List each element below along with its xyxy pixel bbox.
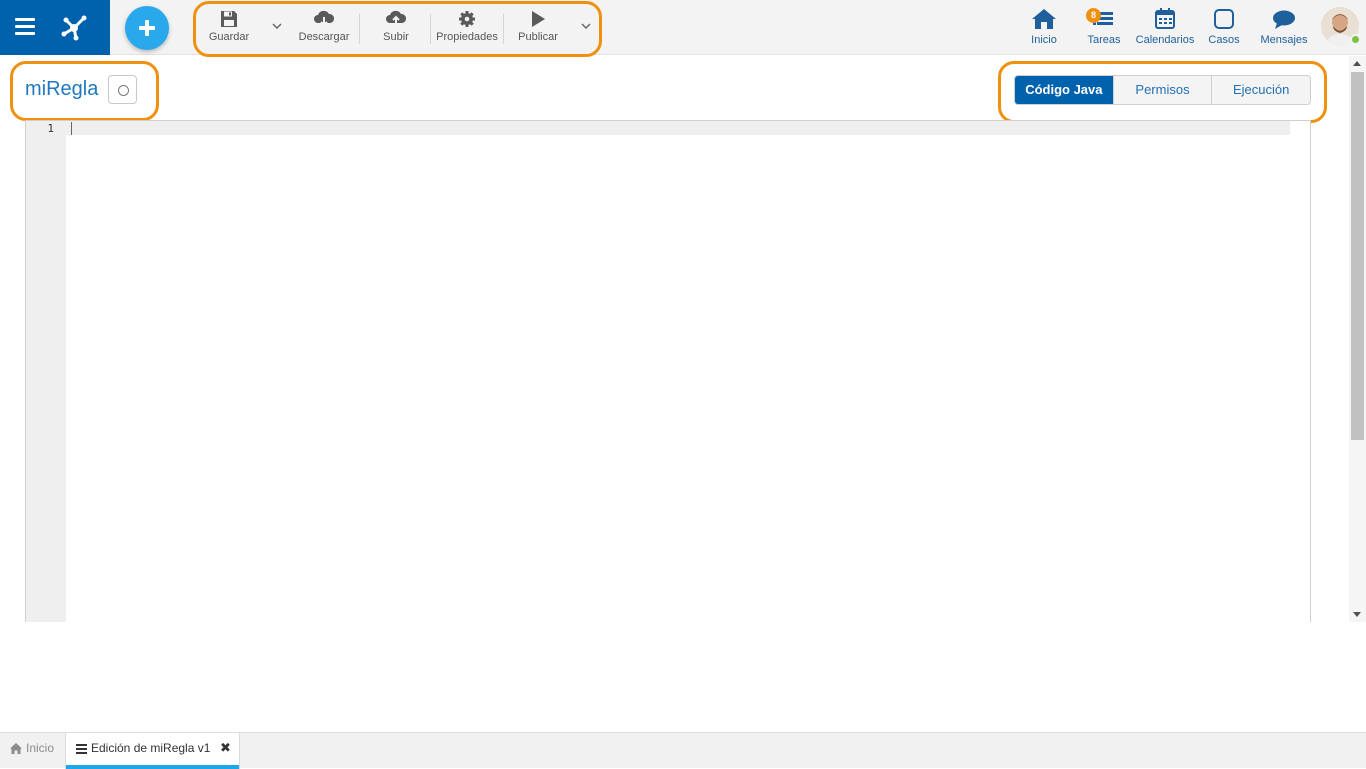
properties-button[interactable]: Propiedades: [435, 6, 499, 48]
line-number: 1: [47, 122, 54, 135]
save-label: Guardar: [208, 31, 250, 43]
nav-tasks-label: Tareas: [1087, 34, 1121, 46]
save-button[interactable]: Guardar: [206, 6, 252, 48]
publish-dropdown-chevron-icon[interactable]: [578, 18, 594, 34]
top-bar: Guardar Descargar Subir Propiedades Publ…: [0, 0, 1366, 55]
toolbar-divider: [430, 14, 431, 44]
nav-cases[interactable]: Casos: [1206, 6, 1242, 50]
code-editor[interactable]: 1: [25, 120, 1311, 622]
nav-home-label: Inicio: [1031, 34, 1057, 46]
gear-icon: [459, 11, 475, 27]
brand-area: [0, 0, 110, 55]
toolbar-divider: [503, 14, 504, 44]
bottom-tab-home-label: Inicio: [26, 741, 55, 755]
logo-icon[interactable]: [56, 8, 92, 44]
publish-button[interactable]: Publicar: [516, 6, 560, 48]
home-icon: [1032, 9, 1056, 29]
scrollbar-thumb[interactable]: [1351, 72, 1364, 440]
cases-icon: [1214, 9, 1234, 29]
view-tabs: Código Java Permisos Ejecución: [1014, 75, 1311, 105]
text-cursor: [71, 122, 72, 135]
page-scrollbar[interactable]: [1349, 56, 1366, 622]
document-lines-icon: [76, 744, 87, 754]
nav-calendars[interactable]: Calendarios: [1134, 6, 1196, 50]
save-icon: [221, 11, 237, 27]
tab-execution[interactable]: Ejecución: [1211, 76, 1310, 104]
bottom-tab-bar: Inicio Edición de miRegla v1 ✖: [0, 732, 1366, 769]
online-status-indicator: [1350, 34, 1361, 45]
nav-home[interactable]: Inicio: [1026, 6, 1062, 50]
download-button[interactable]: Descargar: [296, 6, 352, 48]
bottom-tab-edit-rule[interactable]: Edición de miRegla v1 ✖: [65, 733, 240, 769]
scroll-up-arrow-icon[interactable]: [1353, 61, 1361, 66]
status-toggle-button[interactable]: [108, 75, 137, 104]
tasks-count-badge: 8: [1086, 8, 1101, 23]
upload-label: Subir: [383, 31, 409, 43]
active-line[interactable]: [66, 121, 1290, 135]
menu-icon[interactable]: [15, 18, 35, 36]
nav-messages[interactable]: Mensajes: [1258, 6, 1310, 50]
bottom-tab-home[interactable]: Inicio: [0, 733, 65, 769]
cloud-upload-icon: [386, 10, 407, 25]
nav-messages-label: Mensajes: [1260, 34, 1308, 46]
download-label: Descargar: [298, 31, 350, 43]
toolbar-divider: [359, 14, 360, 44]
calendar-icon: [1155, 8, 1175, 29]
scroll-down-arrow-icon[interactable]: [1353, 612, 1361, 617]
close-tab-icon[interactable]: ✖: [220, 733, 231, 763]
add-button[interactable]: [125, 6, 169, 50]
line-number-gutter: 1: [26, 121, 66, 622]
upload-button[interactable]: Subir: [376, 6, 416, 48]
tab-java-code[interactable]: Código Java: [1015, 76, 1113, 104]
tab-permissions[interactable]: Permisos: [1112, 76, 1212, 104]
home-icon: [10, 743, 22, 754]
bottom-tab-edit-rule-label: Edición de miRegla v1: [91, 741, 211, 755]
page-title: miRegla: [25, 78, 99, 100]
play-icon: [532, 11, 545, 27]
chat-bubble-icon: [1273, 10, 1295, 29]
save-dropdown-chevron-icon[interactable]: [269, 18, 285, 34]
publish-label: Publicar: [518, 31, 558, 43]
properties-label: Propiedades: [436, 31, 498, 43]
nav-cases-label: Casos: [1208, 34, 1240, 46]
nav-calendars-label: Calendarios: [1135, 34, 1195, 46]
cloud-download-icon: [314, 10, 335, 27]
